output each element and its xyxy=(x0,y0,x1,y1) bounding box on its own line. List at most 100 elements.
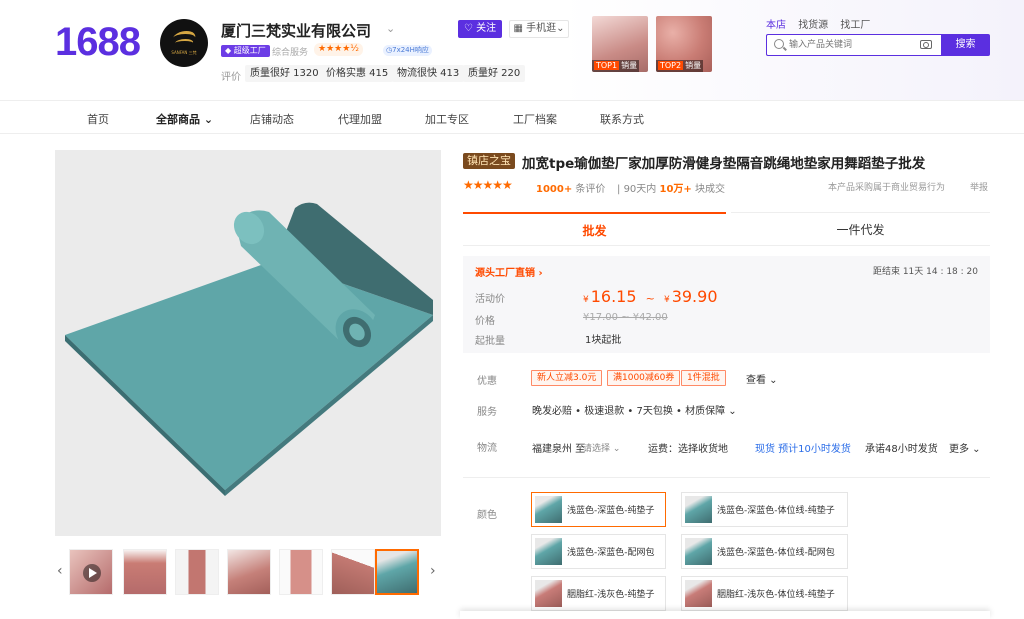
response-badge: ◷7x24H响应 xyxy=(383,45,432,56)
nav-agency[interactable]: 代理加盟 xyxy=(338,111,382,127)
nav-all-products-label: 全部商品 xyxy=(156,113,200,126)
rating-label: 评价 xyxy=(221,72,241,83)
color-option[interactable]: 浅蓝色-深蓝色-体位线-纯垫子 xyxy=(681,492,848,527)
service-label: 综合服务 xyxy=(272,48,309,58)
super-factory-badge: ◆ 超级工厂 xyxy=(221,45,270,57)
nav-all-products[interactable]: 全部商品 ⌄ xyxy=(156,111,213,127)
color-option-label: 浅蓝色-深蓝色-体位线-配网包 xyxy=(717,548,835,558)
search-input[interactable] xyxy=(789,37,909,53)
color-option-label: 浅蓝色-深蓝色-纯垫子 xyxy=(567,506,655,516)
thumbnail-video[interactable] xyxy=(69,549,113,595)
search-tab-source[interactable]: 找货源 xyxy=(798,20,828,31)
color-option[interactable]: 浅蓝色-深蓝色-配网包 xyxy=(531,534,666,569)
color-option-label: 胭脂红-浅灰色-体位线-纯垫子 xyxy=(717,590,835,600)
super-factory-label: 超级工厂 xyxy=(233,46,266,55)
top-rank: TOP1 xyxy=(594,61,620,70)
rating-pill[interactable]: 物流很快 413 xyxy=(392,65,465,82)
diamond-icon: ◆ xyxy=(225,46,232,55)
nav-shop-news[interactable]: 店铺动态 xyxy=(250,111,294,127)
sold-count: | 90天内 10万+ 块成交 xyxy=(617,184,725,195)
original-price-label: 价格 xyxy=(475,316,495,327)
service-guarantees[interactable]: 晚发必赔 • 极速退款 • 7天包换 • 材质保障 ⌄ xyxy=(532,402,737,417)
rating-pill[interactable]: 质量好 220 xyxy=(463,65,526,82)
top-rank: TOP2 xyxy=(658,61,684,70)
follow-button[interactable]: ♡ 关注 xyxy=(458,20,502,38)
search-icon xyxy=(774,39,784,49)
product-title: 加宽tpe瑜伽垫厂家加厚防滑健身垫隔音跳绳地垫家用舞蹈垫子批发 xyxy=(522,156,926,172)
yoga-mat-illustration xyxy=(65,202,433,496)
color-option[interactable]: 胭脂红-浅灰色-纯垫子 xyxy=(531,576,666,611)
chevron-right-icon[interactable]: › xyxy=(430,563,436,579)
top-rank-text: 销量 xyxy=(621,61,638,70)
camera-icon[interactable] xyxy=(920,40,932,49)
nav-home[interactable]: 首页 xyxy=(87,111,109,127)
nav-factory-profile[interactable]: 工厂档案 xyxy=(513,111,557,127)
sticky-order-bar xyxy=(460,611,990,619)
price-separator: ~ xyxy=(645,292,655,305)
nav-processing[interactable]: 加工专区 xyxy=(425,111,469,127)
activity-price-label: 活动价 xyxy=(475,294,505,305)
chevron-left-icon[interactable]: ‹ xyxy=(57,563,63,579)
search-tab-shop[interactable]: 本店 xyxy=(766,20,786,31)
search-tab-factory[interactable]: 找工厂 xyxy=(840,20,870,31)
nav-contact[interactable]: 联系方式 xyxy=(600,111,644,127)
heart-plus-icon: ♡ xyxy=(463,23,473,34)
shop-name[interactable]: 厦门三梵实业有限公司 xyxy=(221,20,371,41)
price-low: 16.15 xyxy=(590,287,637,306)
shop-logo[interactable]: SANFAN 三梵 xyxy=(160,19,208,67)
color-swatch xyxy=(535,496,562,523)
promo-countdown: 距结束 11天 14 : 18 : 20 xyxy=(872,267,978,277)
follow-label: 关注 xyxy=(476,23,497,34)
main-product-image[interactable] xyxy=(55,150,441,536)
sold-count-value: 10万+ xyxy=(659,184,692,195)
tab-dropship[interactable]: 一件代发 xyxy=(731,212,990,246)
mobile-button[interactable]: ▦ 手机逛⌄ xyxy=(509,20,569,38)
rating-pill[interactable]: 质量很好 1320 xyxy=(245,65,324,82)
color-option[interactable]: 胭脂红-浅灰色-体位线-纯垫子 xyxy=(681,576,848,611)
logistics-more-button[interactable]: 更多 ⌄ xyxy=(949,440,981,455)
coupon-badge[interactable]: 满1000减60券 xyxy=(607,370,681,386)
site-logo[interactable]: 1688 xyxy=(55,20,141,65)
thumbnail-strip: ‹ › xyxy=(55,549,441,599)
mobile-label: 手机逛 xyxy=(526,23,557,34)
thumbnail-selected[interactable] xyxy=(375,549,419,595)
review-count[interactable]: 1000+ 条评价 xyxy=(536,180,605,195)
report-link[interactable]: 举报 xyxy=(970,180,988,193)
activity-price: ¥16.15 ~ ¥39.90 xyxy=(583,287,718,306)
moq-label: 起批量 xyxy=(475,336,505,347)
top-rank-text: 销量 xyxy=(685,61,702,70)
chevron-down-icon[interactable]: ⌄ xyxy=(386,22,395,35)
rating-stars: ★★★★★ xyxy=(463,178,513,192)
top-product-card[interactable]: TOP2 销量 xyxy=(656,16,712,72)
rating-pill[interactable]: 价格实惠 415 xyxy=(321,65,394,82)
purchase-mode-tabs: 批发 一件代发 xyxy=(463,212,990,246)
coupon-badge[interactable]: 1件混批 xyxy=(681,370,726,386)
top-product-card[interactable]: TOP1 销量 xyxy=(592,16,648,72)
play-icon xyxy=(83,564,101,582)
color-option-label: 胭脂红-浅灰色-纯垫子 xyxy=(567,590,655,600)
thumbnail[interactable] xyxy=(279,549,323,595)
factory-direct-link[interactable]: 源头工厂直销 › xyxy=(475,264,543,279)
freight-info: 运费：选择收货地 xyxy=(648,444,728,455)
color-option-selected[interactable]: 浅蓝色-深蓝色-纯垫子 xyxy=(531,492,666,527)
view-coupons-button[interactable]: 查看 ⌄ xyxy=(746,371,778,386)
color-label: 颜色 xyxy=(477,510,497,521)
tab-wholesale[interactable]: 批发 xyxy=(463,212,726,246)
logistics-label: 物流 xyxy=(477,443,497,454)
thumbnail[interactable] xyxy=(175,549,219,595)
ship-from: 福建泉州 至 xyxy=(532,444,586,455)
trade-policy-note: 本产品采购属于商业贸易行为 xyxy=(828,183,946,193)
destination-select[interactable]: 请选择 ⌄ xyxy=(583,441,620,454)
thumbnail[interactable] xyxy=(123,549,167,595)
thumbnail[interactable] xyxy=(331,549,375,595)
coupon-badge[interactable]: 新人立减3.0元 xyxy=(531,370,603,386)
chevron-down-icon: ⌄ xyxy=(203,113,214,126)
color-swatch xyxy=(535,538,562,565)
currency-symbol: ¥ xyxy=(663,295,670,305)
review-count-value: 1000+ xyxy=(536,184,573,195)
color-option[interactable]: 浅蓝色-深蓝色-体位线-配网包 xyxy=(681,534,848,569)
search-button[interactable]: 搜索 xyxy=(941,34,990,56)
service-label: 服务 xyxy=(477,407,497,418)
thumbnail[interactable] xyxy=(227,549,271,595)
original-price: ¥17.00 ~ ¥42.00 xyxy=(583,312,668,323)
